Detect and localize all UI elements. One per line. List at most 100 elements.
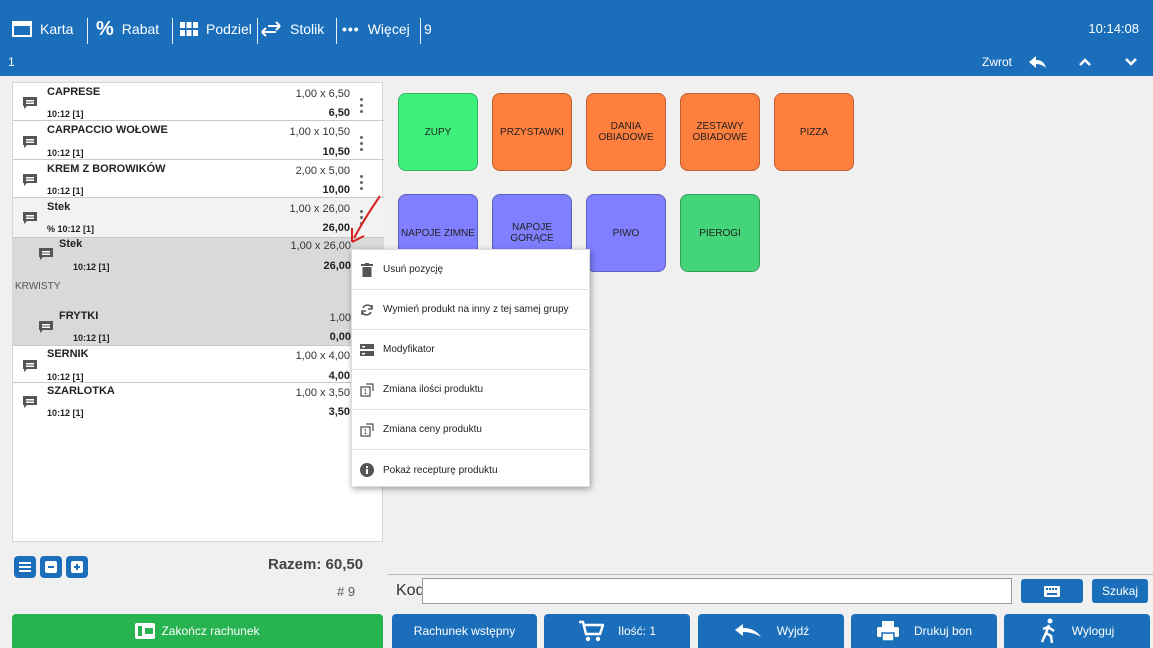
- message-icon[interactable]: [23, 395, 37, 408]
- sub-item[interactable]: FRYTKI 10:12 [1] 1,00 0,00: [29, 307, 369, 343]
- menu-item-label: Pokaż recepturę produktu: [383, 464, 498, 476]
- menu-item-change-price[interactable]: 1 Zmiana ceny produktu: [352, 410, 591, 450]
- stolik-label: Stolik: [290, 21, 325, 37]
- wiecej-button[interactable]: ••• Więcej: [342, 10, 410, 48]
- message-icon[interactable]: [23, 135, 37, 148]
- back-arrow-icon: [733, 623, 763, 639]
- percent-icon: %: [96, 17, 114, 40]
- top-bar: Karta % Rabat Podziel Stolik ••• Więcej …: [0, 0, 1153, 76]
- item-name: KREM Z BOROWIKÓW: [47, 163, 166, 175]
- separator: [87, 18, 88, 44]
- decrease-button[interactable]: [40, 556, 62, 578]
- ilosc-label: Ilość: 1: [617, 624, 656, 638]
- menu-item-modifier[interactable]: Modyfikator: [352, 330, 591, 370]
- podziel-button[interactable]: Podziel: [180, 10, 252, 48]
- karta-button[interactable]: Karta: [12, 10, 73, 48]
- increase-button[interactable]: [66, 556, 88, 578]
- menu-item-delete[interactable]: Usuń pozycję: [352, 250, 591, 290]
- keyboard-icon: [1044, 585, 1060, 597]
- ilosc-button[interactable]: Ilość: 1: [544, 614, 690, 648]
- separator: [172, 18, 173, 44]
- kebab-menu-icon[interactable]: [360, 136, 364, 152]
- order-item[interactable]: KREM Z BOROWIKÓW 10:12 [1] 2,00 x 5,00 1…: [13, 160, 384, 198]
- wyjdz-button[interactable]: Wyjdź: [698, 614, 844, 648]
- red-arrow-annotation: [351, 195, 381, 243]
- sub-item-name: Stek: [59, 238, 83, 250]
- menu-button[interactable]: [14, 556, 36, 578]
- message-icon[interactable]: [39, 320, 53, 333]
- svg-text:1: 1: [363, 428, 367, 436]
- hamburger-icon: [19, 562, 31, 572]
- swap-icon: [360, 303, 374, 317]
- message-icon[interactable]: [23, 211, 37, 224]
- trash-icon: [360, 262, 374, 277]
- sub-item[interactable]: Stek 10:12 [1] 1,00 x 26,00 26,00: [29, 238, 369, 280]
- szukaj-button[interactable]: Szukaj: [1092, 579, 1148, 603]
- item-name: SZARLOTKA: [47, 385, 115, 397]
- item-total: 10,50: [322, 146, 350, 158]
- sub-item-total: 0,00: [329, 331, 351, 343]
- message-icon[interactable]: [23, 96, 37, 109]
- order-item[interactable]: CARPACCIO WOŁOWE 10:12 [1] 1,00 x 10,50 …: [13, 121, 384, 160]
- category-tile-zupy[interactable]: ZUPY: [398, 93, 478, 171]
- item-time: 10:12 [1]: [47, 186, 84, 196]
- order-item[interactable]: SZARLOTKA 10:12 [1] 1,00 x 3,50 3,50: [13, 383, 384, 421]
- sub-item-total: 26,00: [323, 260, 351, 272]
- category-tile-pizza[interactable]: PIZZA: [774, 93, 854, 171]
- message-icon[interactable]: [39, 247, 53, 260]
- kebab-menu-icon[interactable]: [360, 175, 364, 191]
- wyloguj-button[interactable]: Wyloguj: [1004, 614, 1150, 648]
- undo-arrow-icon[interactable]: [1026, 52, 1048, 72]
- kod-input[interactable]: [422, 578, 1012, 604]
- separator: [420, 18, 421, 44]
- item-time: 10:12 [1]: [47, 372, 84, 382]
- zwrot-label: Zwrot: [982, 55, 1012, 69]
- keyboard-button[interactable]: [1021, 579, 1083, 603]
- item-name: CAPRESE: [47, 86, 101, 98]
- menu-item-label: Zmiana ilości produktu: [383, 384, 484, 395]
- change-qty-icon: 1: [360, 382, 374, 397]
- card-icon: [12, 21, 32, 37]
- item-time: 10:12 [1]: [47, 148, 84, 158]
- item-name: Stek: [47, 201, 71, 213]
- order-item[interactable]: SERNIK 10:12 [1] 1,00 x 4,00 4,00: [13, 345, 384, 383]
- category-tile-dania-obiadowe[interactable]: DANIA OBIADOWE: [586, 93, 666, 171]
- sub-item-qty-price: 1,00: [329, 312, 351, 324]
- message-icon[interactable]: [23, 173, 37, 186]
- order-item-selected[interactable]: Stek % 10:12 [1] 1,00 x 26,00 26,00: [13, 198, 384, 238]
- cart-icon: [578, 620, 604, 642]
- category-tile-piwo[interactable]: PIWO: [586, 194, 666, 272]
- tile-label: ZUPY: [424, 126, 452, 138]
- zakoncz-label: Zakończ rachunek: [161, 624, 260, 638]
- kebab-menu-icon[interactable]: [360, 98, 364, 114]
- menu-item-recipe[interactable]: Pokaż recepturę produktu: [352, 450, 591, 490]
- category-tile-pierogi[interactable]: PIEROGI: [680, 194, 760, 272]
- zakoncz-rachunek-button[interactable]: Zakończ rachunek: [12, 614, 383, 648]
- stolik-button[interactable]: Stolik: [260, 10, 324, 48]
- podziel-label: Podziel: [206, 21, 252, 37]
- item-qty-price: 1,00 x 26,00: [289, 203, 350, 215]
- order-item[interactable]: CAPRESE 10:12 [1] 1,00 x 6,50 6,50: [13, 83, 384, 121]
- separator: [336, 18, 337, 44]
- tile-label: NAPOJE GORĄCE: [510, 222, 554, 244]
- separator: [257, 18, 258, 44]
- minus-icon: [45, 561, 57, 573]
- item-qty-price: 1,00 x 4,00: [295, 350, 350, 362]
- tile-label: DANIA OBIADOWE: [598, 121, 654, 143]
- category-tile-zestawy-obiadowe[interactable]: ZESTAWY OBIADOWE: [680, 93, 760, 171]
- item-qty-price: 1,00 x 6,50: [295, 88, 350, 100]
- modifier-note: KRWISTY: [15, 281, 61, 292]
- tile-label: PIWO: [612, 227, 640, 239]
- drukuj-bon-button[interactable]: Drukuj bon: [851, 614, 997, 648]
- menu-item-change-qty[interactable]: 1 Zmiana ilości produktu: [352, 370, 591, 410]
- chevron-up-icon[interactable]: [1074, 52, 1096, 72]
- order-total: Razem: 60,50: [268, 556, 364, 573]
- message-icon[interactable]: [23, 359, 37, 372]
- rabat-button[interactable]: % Rabat: [96, 10, 159, 48]
- menu-item-swap[interactable]: Wymień produkt na inny z tej samej grupy: [352, 290, 591, 330]
- category-tile-przystawki[interactable]: PRZYSTAWKI: [492, 93, 572, 171]
- rabat-label: Rabat: [121, 21, 160, 37]
- chevron-down-icon[interactable]: [1120, 52, 1142, 72]
- tile-label: PIZZA: [799, 126, 829, 138]
- rachunek-wstepny-button[interactable]: Rachunek wstępny: [392, 614, 537, 648]
